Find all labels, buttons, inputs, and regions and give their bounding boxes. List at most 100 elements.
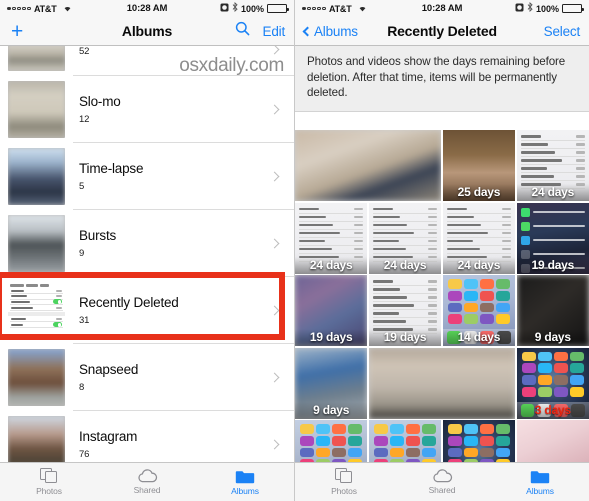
photo-cell[interactable]: 24 days: [295, 202, 368, 274]
photos-icon: [39, 468, 59, 484]
edit-button[interactable]: Edit: [263, 24, 286, 39]
album-name: Time-lapse: [79, 161, 144, 176]
album-count: 5: [79, 181, 85, 192]
tab-label: Photos: [331, 486, 357, 496]
album-row-recently-deleted[interactable]: Recently Deleted 31: [0, 277, 294, 344]
days-remaining-label: 24 days: [368, 256, 442, 274]
tab-albums[interactable]: Albums: [196, 469, 294, 496]
tab-photos[interactable]: Photos: [295, 468, 393, 496]
album-meta: Instagram 76: [79, 429, 271, 460]
days-remaining-label: 24 days: [295, 256, 368, 274]
photo-grid[interactable]: 25 days 24 days 24 days 24 days 24 days 19 da…: [295, 130, 589, 462]
cloud-icon: [137, 469, 158, 483]
album-thumbnail: [8, 148, 65, 205]
battery-icon: [562, 4, 584, 13]
tab-label: Albums: [231, 485, 259, 496]
album-row-instagram[interactable]: Instagram 76: [0, 411, 294, 462]
album-row-bursts[interactable]: Bursts 9: [0, 210, 294, 277]
photo-cell[interactable]: [295, 130, 442, 201]
tab-label: Shared: [428, 485, 456, 495]
info-banner: Photos and videos show the days remainin…: [295, 46, 589, 112]
photo-cell[interactable]: 19 days: [368, 275, 442, 346]
photo-cell[interactable]: 25 days: [442, 130, 516, 201]
album-count: 8: [79, 382, 85, 393]
chevron-right-icon: [269, 439, 280, 450]
add-album-button[interactable]: +: [9, 21, 23, 42]
photo-cell[interactable]: 24 days: [442, 202, 516, 274]
photo-cell[interactable]: 9 days: [295, 347, 368, 419]
bluetooth-icon: [232, 1, 238, 15]
chevron-right-icon: [269, 305, 280, 316]
photo-cell[interactable]: 19 days: [295, 275, 368, 346]
photo-cell[interactable]: [368, 420, 442, 462]
album-meta: Bursts 9: [79, 228, 271, 259]
chevron-right-icon: [269, 238, 280, 249]
status-bar-right-group-2: 100%: [515, 1, 584, 15]
photo-cell[interactable]: [295, 420, 368, 462]
days-remaining-label: 9 days: [516, 329, 589, 346]
tab-bar-left[interactable]: Photos Shared Albums: [0, 462, 294, 501]
chevron-right-icon: [269, 104, 280, 115]
albums-folder-icon: [530, 469, 550, 484]
bluetooth-icon: [527, 1, 533, 15]
watermark-label: osxdaily.com: [179, 55, 284, 76]
home-screen-icons-overlay: [369, 420, 441, 462]
tab-photos[interactable]: Photos: [0, 468, 98, 496]
photo-cell[interactable]: 19 days: [516, 202, 589, 274]
album-meta: Recently Deleted 31: [79, 295, 271, 326]
photo-cell[interactable]: [442, 420, 516, 462]
album-meta: Slo-mo 12: [79, 94, 271, 125]
tab-shared[interactable]: Shared: [393, 469, 491, 495]
alarm-icon: [220, 3, 229, 15]
photo-cell[interactable]: [516, 420, 589, 462]
navigation-bar-albums: + Albums Edit: [0, 17, 294, 46]
status-bar-right-group: 100%: [220, 1, 289, 15]
days-remaining-label: 25 days: [442, 184, 516, 201]
photo-cell[interactable]: 9 days: [516, 275, 589, 346]
days-remaining-label: 19 days: [295, 329, 368, 346]
albums-list[interactable]: 52 Slo-mo 12 Time-lapse 5 Bursts 9 Recently Del…: [0, 46, 294, 462]
battery-percent-label: 100%: [535, 3, 559, 14]
days-remaining-label: 9 days: [295, 401, 368, 419]
nav-left-group: +: [9, 21, 23, 42]
album-name: Instagram: [79, 429, 138, 444]
nav-right-group: Edit: [235, 21, 285, 41]
tab-label: Photos: [36, 486, 62, 496]
album-thumbnail: [8, 81, 65, 138]
tab-label: Shared: [133, 485, 161, 495]
alarm-icon: [515, 3, 524, 15]
album-meta: Snapseed 8: [79, 362, 271, 393]
tab-label: Albums: [526, 485, 554, 496]
tab-bar-right[interactable]: Photos Shared Albums: [295, 462, 589, 501]
photo-cell[interactable]: [368, 347, 516, 419]
photo-cell[interactable]: 24 days: [516, 130, 589, 201]
tab-shared[interactable]: Shared: [98, 469, 196, 495]
photo-thumbnail: [295, 130, 442, 201]
photo-cell[interactable]: 24 days: [368, 202, 442, 274]
chevron-left-icon: [302, 26, 313, 36]
home-screen-icons-overlay: [443, 420, 515, 462]
album-row-slo-mo[interactable]: Slo-mo 12: [0, 76, 294, 143]
album-row-time-lapse[interactable]: Time-lapse 5: [0, 143, 294, 210]
album-thumbnail: [8, 282, 65, 339]
photo-cell[interactable]: 3 days: [516, 347, 589, 419]
back-button[interactable]: Albums: [302, 24, 358, 39]
album-count: 31: [79, 315, 90, 326]
photo-cell[interactable]: 14 days: [442, 275, 516, 346]
status-bar-left: AT&T 10:28 AM 100%: [0, 0, 294, 17]
album-thumbnail: [8, 349, 65, 406]
days-remaining-label: 14 days: [442, 329, 516, 346]
select-button[interactable]: Select: [544, 24, 581, 39]
album-thumbnail: [8, 416, 65, 462]
chevron-right-icon: [269, 171, 280, 182]
album-thumbnail: [8, 215, 65, 272]
tab-albums[interactable]: Albums: [491, 469, 589, 496]
album-name: Snapseed: [79, 362, 139, 377]
albums-folder-icon: [235, 469, 255, 484]
photo-thumbnail: [516, 420, 589, 462]
right-phone-panel: AT&T 10:28 AM 100% Albums Recently Delet…: [295, 0, 589, 501]
days-remaining-label: 24 days: [442, 256, 516, 274]
nav-right-group-2: Select: [544, 24, 581, 39]
search-icon[interactable]: [235, 21, 250, 41]
album-row-snapseed[interactable]: Snapseed 8: [0, 344, 294, 411]
